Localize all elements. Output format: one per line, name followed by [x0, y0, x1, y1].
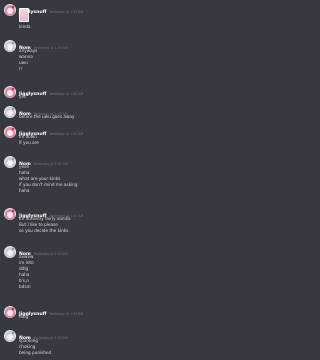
- pink-anime-avatar: [5, 307, 15, 318]
- white-anime-avatar: [5, 331, 15, 342]
- user-avatar[interactable]: [4, 4, 16, 16]
- message-timestamp: Yesterday at 1:39 AM: [33, 46, 68, 50]
- message-text: rr: [19, 66, 23, 71]
- pink-anime-avatar: [5, 127, 15, 138]
- white-anime-avatar: [5, 247, 15, 258]
- user-avatar[interactable]: [4, 106, 16, 118]
- user-avatar[interactable]: [4, 246, 16, 258]
- message-header: Nom Yesterday at 1:43 AM: [19, 246, 68, 257]
- message-timestamp: Yesterday at 1:43 AM: [49, 312, 84, 316]
- user-avatar[interactable]: [4, 330, 16, 342]
- message-header: Nom Yesterday at 1:43 AM: [19, 330, 68, 341]
- message-header: Jigglysnuff Yesterday at 1:41 AM: [19, 126, 84, 137]
- message-header: Jigglysnuff Yesterday at 1:42 AM: [19, 208, 83, 219]
- white-anime-avatar: [5, 107, 15, 118]
- sticker-image[interactable]: [19, 8, 29, 22]
- message-timestamp: Yesterday at 1:21 AM: [49, 10, 84, 14]
- white-anime-avatar: [5, 157, 15, 168]
- user-avatar[interactable]: [4, 126, 16, 138]
- message-timestamp: Yesterday at 1:41 AM: [33, 162, 68, 166]
- message-header: Jigglysnuff Yesterday at 1:40 AM: [19, 86, 84, 97]
- message-header: Nom Yesterday at 1:39 AM: [19, 40, 68, 51]
- pink-anime-avatar: [5, 5, 15, 16]
- pink-anime-avatar: [5, 209, 15, 220]
- message-text: yes: [19, 94, 27, 99]
- message-header: Nom Yesterday at 1:40 AM: [19, 106, 68, 117]
- user-avatar[interactable]: [4, 208, 16, 220]
- message-timestamp: Yesterday at 1:40 AM: [49, 92, 84, 96]
- message-header: Nom Yesterday at 1:41 AM: [19, 156, 68, 167]
- user-avatar[interactable]: [4, 156, 16, 168]
- user-avatar[interactable]: [4, 86, 16, 98]
- user-avatar[interactable]: [4, 40, 16, 52]
- message-timestamp: Yesterday at 1:43 AM: [33, 252, 68, 256]
- message-text: haha: [19, 188, 30, 193]
- message-header: Jigglysnuff Yesterday at 1:43 AM: [19, 306, 84, 317]
- message-text: kinda: [19, 24, 31, 29]
- message-text: being punished: [19, 350, 52, 355]
- message-timestamp: Yesterday at 1:41 AM: [49, 132, 84, 136]
- message-text: If you are: [19, 140, 39, 145]
- user-avatar[interactable]: [4, 306, 16, 318]
- message-text: before the uwu goes away: [19, 114, 75, 119]
- pink-anime-avatar: [5, 87, 15, 98]
- white-anime-avatar: [5, 41, 15, 52]
- message-text: so you decide the kinks: [19, 228, 69, 233]
- message-timestamp: Yesterday at 1:43 AM: [33, 336, 68, 340]
- message-text: ddlg: [19, 314, 29, 319]
- message-text: bdsm: [19, 284, 31, 289]
